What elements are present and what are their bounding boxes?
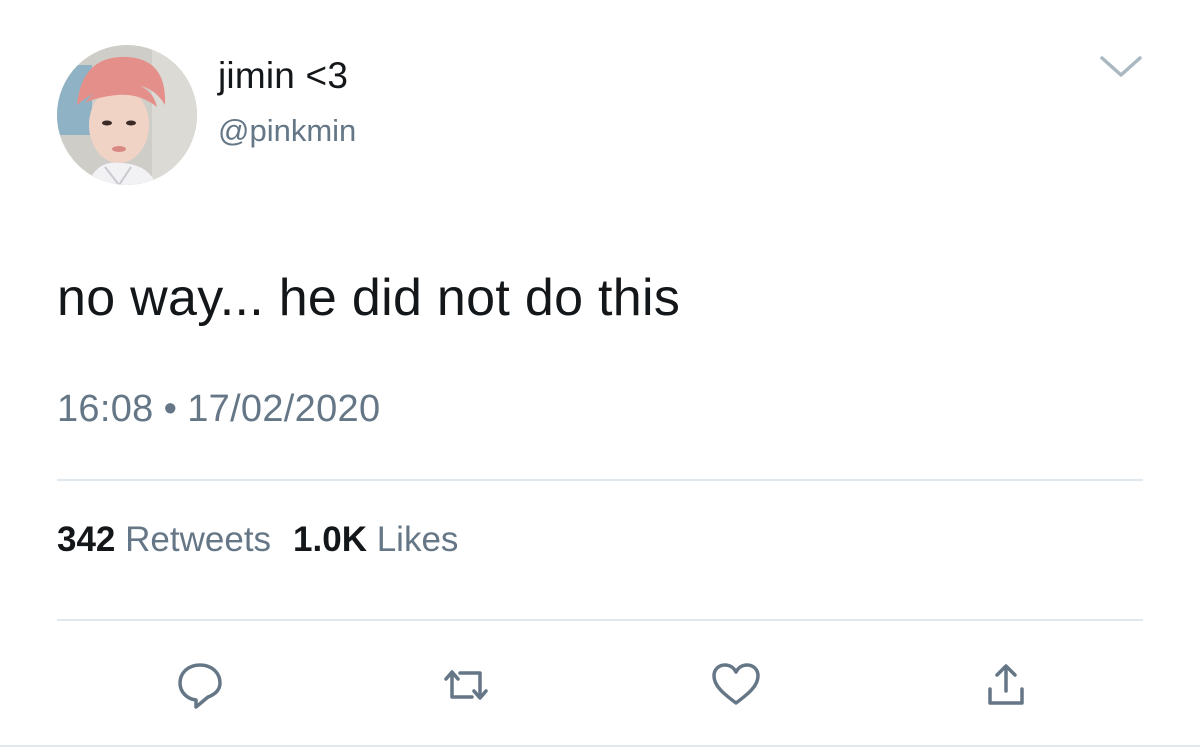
tweet-time: 16:08 [57,388,154,430]
tweet-detail: jimin <3 @pinkmin no way... he did not d… [0,0,1200,750]
reply-icon [178,663,222,709]
meta-separator: • [163,388,178,430]
divider [57,619,1143,621]
tweet-date: 17/02/2020 [187,388,381,430]
retweet-icon [444,670,488,700]
retweet-button[interactable] [436,655,496,715]
bottom-divider [0,745,1200,747]
tweet-timestamp[interactable]: 16:08 • 17/02/2020 [57,388,380,431]
divider [57,479,1143,481]
retweets-label: Retweets [125,520,272,559]
likes-stat[interactable]: 1.0K Likes [293,520,458,559]
avatar-image [57,45,197,185]
share-button[interactable] [976,655,1036,715]
display-name[interactable]: jimin <3 [218,55,348,97]
retweets-stat[interactable]: 342 Retweets [57,520,271,559]
avatar[interactable] [57,45,197,185]
like-button[interactable] [706,655,766,715]
share-icon [988,664,1024,705]
user-handle[interactable]: @pinkmin [218,113,356,149]
heart-icon [712,663,760,705]
retweets-count: 342 [57,520,116,559]
reply-button[interactable] [170,655,230,715]
likes-count: 1.0K [293,520,367,559]
chevron-down-icon[interactable] [1098,54,1144,80]
tweet-text: no way... he did not do this [57,269,681,327]
likes-label: Likes [376,520,459,559]
engagement-stats: 342 Retweets 1.0K Likes [57,520,458,560]
